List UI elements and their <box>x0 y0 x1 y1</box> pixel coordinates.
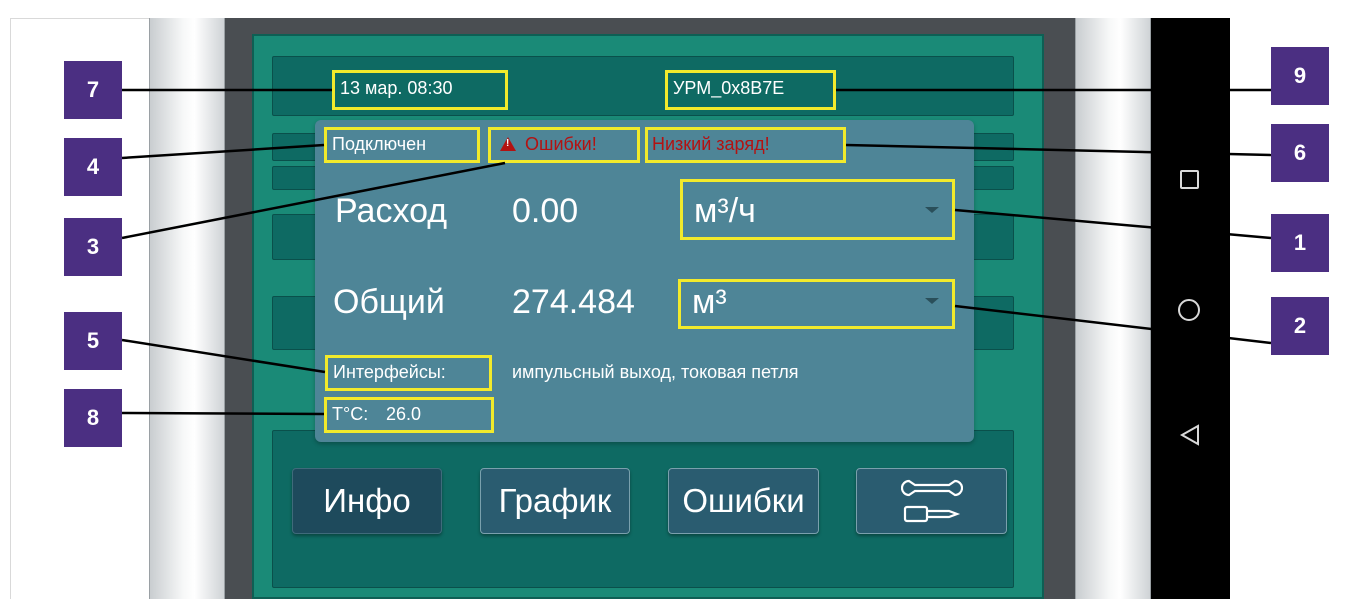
callout-badge: 9 <box>1271 47 1329 105</box>
callout-badge: 2 <box>1271 297 1329 355</box>
total-label: Общий <box>333 283 445 321</box>
callout-badge: 8 <box>64 389 122 447</box>
info-button[interactable]: Инфо <box>292 468 442 534</box>
flow-label: Расход <box>335 192 448 230</box>
triangle-back-icon[interactable] <box>1179 424 1201 446</box>
interfaces-highlight <box>325 355 492 391</box>
page: 13 мар. 08:30 УРМ_0x8B7E Подключен Ошибк… <box>0 0 1361 599</box>
callout-badge: 6 <box>1271 124 1329 182</box>
callout-badge: 4 <box>64 138 122 196</box>
tools-icon <box>900 479 963 523</box>
datetime-highlight <box>332 70 508 110</box>
battery-highlight <box>645 127 846 163</box>
total-value: 274.484 <box>512 283 635 321</box>
callout-badge: 7 <box>64 61 122 119</box>
device-id-highlight <box>665 70 836 110</box>
interfaces-value: импульсный выход, токовая петля <box>512 362 799 382</box>
right-bezel <box>1075 18 1151 599</box>
connection-highlight <box>324 127 480 163</box>
temperature-highlight <box>324 397 494 433</box>
square-icon[interactable] <box>1180 170 1199 189</box>
circle-icon[interactable] <box>1178 299 1200 321</box>
callout-badge: 1 <box>1271 214 1329 272</box>
callout-badge: 3 <box>64 218 122 276</box>
left-bezel <box>149 18 225 599</box>
settings-button[interactable] <box>856 468 1007 534</box>
flow-unit-highlight <box>680 179 955 240</box>
chart-button[interactable]: График <box>480 468 630 534</box>
errors-highlight <box>488 127 640 163</box>
errors-button[interactable]: Ошибки <box>668 468 819 534</box>
total-unit-highlight <box>678 279 955 329</box>
flow-value: 0.00 <box>512 192 579 230</box>
callout-badge: 5 <box>64 312 122 370</box>
